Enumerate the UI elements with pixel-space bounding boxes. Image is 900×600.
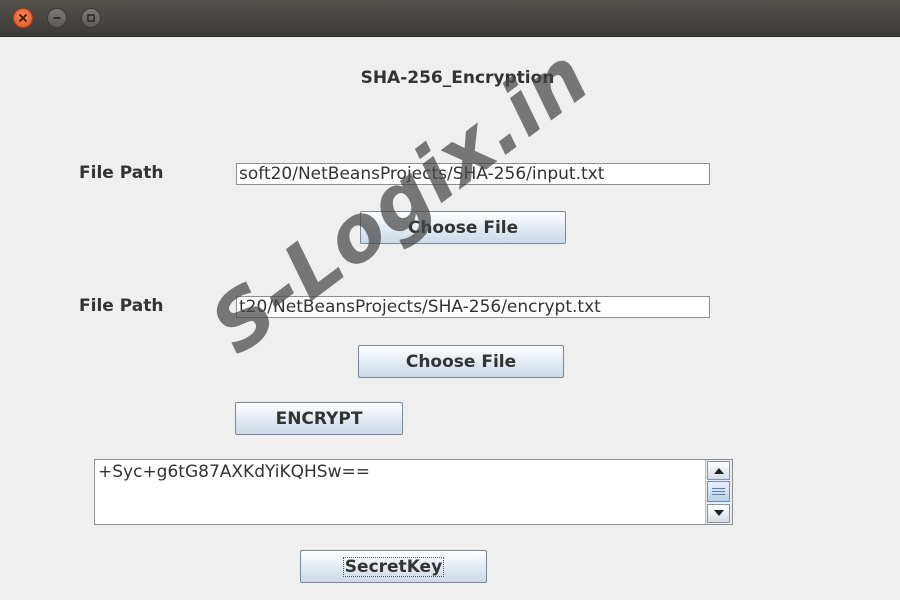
scroll-thumb[interactable] bbox=[707, 481, 730, 502]
output-textarea[interactable]: +Syc+g6tG87AXKdYiKQHSw== bbox=[94, 459, 733, 525]
encrypt-button[interactable]: ENCRYPT bbox=[235, 402, 403, 435]
page-title: SHA-256_Encryption bbox=[360, 68, 555, 88]
choose-output-file-button[interactable]: Choose File bbox=[358, 345, 564, 378]
output-file-path-label: File Path bbox=[79, 296, 164, 316]
scroll-up-icon[interactable] bbox=[707, 461, 730, 480]
output-file-path-field[interactable]: t20/NetBeansProjects/SHA-256/encrypt.txt bbox=[236, 296, 710, 318]
scroll-down-icon[interactable] bbox=[707, 504, 730, 523]
input-file-path-label: File Path bbox=[79, 163, 164, 183]
choose-input-file-label: Choose File bbox=[407, 217, 519, 238]
maximize-icon[interactable] bbox=[81, 8, 101, 28]
encrypt-label: ENCRYPT bbox=[275, 408, 363, 429]
secretkey-button[interactable]: SecretKey bbox=[300, 550, 487, 583]
title-bar bbox=[0, 0, 900, 37]
secretkey-label: SecretKey bbox=[342, 556, 445, 577]
input-file-path-field[interactable]: soft20/NetBeansProjects/SHA-256/input.tx… bbox=[236, 163, 710, 185]
minimize-icon[interactable] bbox=[47, 8, 67, 28]
app-window: SHA-256_Encryption File Path soft20/NetB… bbox=[0, 0, 900, 600]
encrypted-output-text: +Syc+g6tG87AXKdYiKQHSw== bbox=[98, 462, 370, 482]
vertical-scrollbar[interactable] bbox=[705, 460, 732, 524]
choose-input-file-button[interactable]: Choose File bbox=[360, 211, 566, 244]
close-icon[interactable] bbox=[13, 8, 33, 28]
choose-output-file-label: Choose File bbox=[405, 351, 517, 372]
